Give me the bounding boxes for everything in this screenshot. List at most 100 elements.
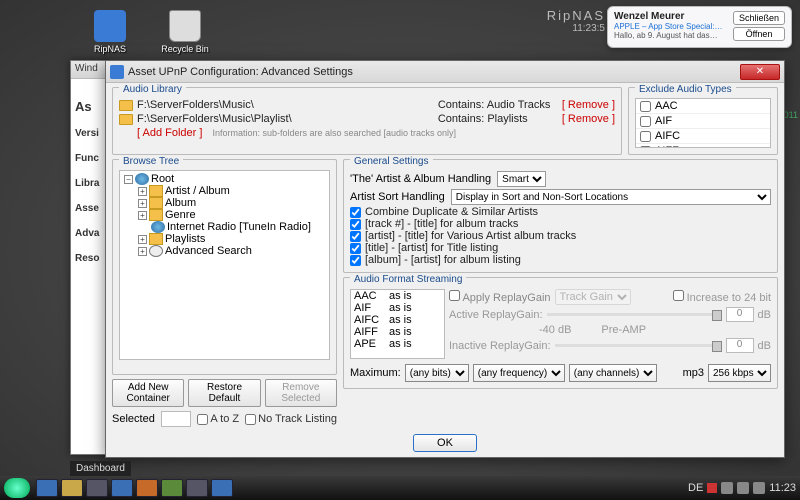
apply-replaygain-option[interactable]: Apply ReplayGain — [449, 290, 551, 304]
notif-close-button[interactable]: Schließen — [733, 11, 785, 25]
tree-item[interactable]: +Album — [122, 197, 327, 209]
ripnas-clock: 11:23:5 — [547, 23, 605, 34]
rg-mode-select[interactable]: Track Gain — [555, 289, 631, 305]
flag-icon[interactable] — [707, 483, 717, 493]
mp3-bitrate-select[interactable]: 256 kbps — [708, 364, 771, 382]
combine-dup-option[interactable]: Combine Duplicate & Similar Artists — [350, 206, 771, 218]
expand-icon[interactable]: + — [138, 187, 147, 196]
library-row: F:\ServerFolders\Music\Playlist\ Contain… — [119, 112, 615, 126]
language-indicator[interactable]: DE — [688, 482, 703, 494]
exclude-list[interactable]: AAC AIF AIFC AIFF — [635, 98, 771, 148]
tree-item[interactable]: +Playlists — [122, 233, 327, 245]
sort-handling-select[interactable]: Display in Sort and Non-Sort Locations — [451, 189, 771, 205]
exclude-checkbox[interactable] — [640, 116, 651, 127]
browse-tree[interactable]: − Root + Artist / Album +Album +Genre Int… — [119, 170, 330, 360]
exclude-checkbox[interactable] — [640, 146, 651, 149]
checkbox[interactable] — [350, 255, 361, 266]
group-legend: General Settings — [350, 156, 433, 167]
inactive-rg-value[interactable]: 0 — [726, 338, 754, 353]
format-row[interactable]: AIFFas is — [351, 326, 444, 338]
checkbox[interactable] — [350, 231, 361, 242]
folder-icon — [149, 209, 163, 221]
tree-item[interactable]: +Genre — [122, 209, 327, 221]
ok-button[interactable]: OK — [413, 434, 477, 452]
atoz-option[interactable]: A to Z — [197, 413, 239, 425]
format-row[interactable]: APEas is — [351, 338, 444, 350]
taskbar-item[interactable] — [61, 479, 83, 497]
taskbar-item[interactable] — [36, 479, 58, 497]
va-option[interactable]: [artist] - [title] for Various Artist al… — [350, 230, 771, 242]
start-button[interactable] — [4, 478, 30, 498]
inactive-rg-slider[interactable] — [555, 344, 722, 347]
tray-icon[interactable] — [737, 482, 749, 494]
taskbar-item[interactable] — [111, 479, 133, 497]
apply-rg-checkbox[interactable] — [449, 290, 460, 301]
add-container-button[interactable]: Add New Container — [112, 379, 184, 407]
remove-folder-link[interactable]: [ Remove ] — [562, 99, 615, 111]
tree-item[interactable]: Internet Radio [TuneIn Radio] — [122, 221, 327, 233]
atoz-checkbox[interactable] — [197, 414, 208, 425]
expand-icon[interactable]: + — [138, 211, 147, 220]
close-button[interactable]: ✕ — [740, 64, 780, 80]
taskbar[interactable]: DE 11:23 — [0, 476, 800, 500]
taskbar-item[interactable] — [86, 479, 108, 497]
tree-item[interactable]: + Artist / Album — [122, 185, 327, 197]
dashboard-label[interactable]: Dashboard — [70, 461, 131, 476]
add-folder-link[interactable]: [ Add Folder ] — [119, 127, 202, 139]
expand-icon[interactable]: + — [138, 199, 147, 208]
active-rg-slider[interactable] — [547, 313, 722, 316]
checkbox[interactable] — [350, 207, 361, 218]
notrack-checkbox[interactable] — [245, 414, 256, 425]
format-row[interactable]: AACas is — [351, 290, 444, 302]
the-handling-select[interactable]: Smart — [497, 171, 546, 187]
increase-24bit-option[interactable]: Increase to 24 bit — [673, 290, 771, 304]
exclude-checkbox[interactable] — [640, 131, 651, 142]
collapse-icon[interactable]: − — [124, 175, 133, 184]
taskbar-item[interactable] — [161, 479, 183, 497]
exclude-item[interactable]: AAC — [636, 99, 770, 114]
taskbar-item[interactable] — [136, 479, 158, 497]
format-list[interactable]: AACas is AIFas is AIFCas is AIFFas is AP… — [350, 289, 445, 359]
format-row[interactable]: AIFCas is — [351, 314, 444, 326]
taskbar-item[interactable] — [211, 479, 233, 497]
remove-folder-link[interactable]: [ Remove ] — [562, 113, 615, 125]
system-tray[interactable]: DE 11:23 — [688, 482, 796, 494]
tray-icon[interactable] — [721, 482, 733, 494]
exclude-item[interactable]: AIFF — [636, 144, 770, 148]
expand-icon[interactable]: + — [138, 247, 147, 256]
tree-label: Root — [151, 173, 174, 185]
format-row[interactable]: AIFas is — [351, 302, 444, 314]
notrack-option[interactable]: No Track Listing — [245, 413, 337, 425]
volume-icon[interactable] — [753, 482, 765, 494]
max-channels-select[interactable]: (any channels) — [569, 364, 657, 382]
albumartist-option[interactable]: [album] - [artist] for album listing — [350, 254, 771, 266]
exclude-item[interactable]: AIF — [636, 114, 770, 129]
dialog-title: Asset UPnP Configuration: Advanced Setti… — [128, 66, 740, 78]
tree-label: Artist / Album — [165, 185, 230, 197]
checkbox[interactable] — [350, 219, 361, 230]
restore-default-button[interactable]: Restore Default — [188, 379, 260, 407]
desktop-icon-ripnas[interactable]: RipNAS — [85, 10, 135, 54]
checkbox[interactable] — [350, 243, 361, 254]
background-window-title: Wind — [71, 61, 109, 79]
desktop-icon-recyclebin[interactable]: Recycle Bin — [160, 10, 210, 54]
taskbar-clock[interactable]: 11:23 — [769, 482, 796, 494]
dialog-titlebar[interactable]: Asset UPnP Configuration: Advanced Setti… — [106, 61, 784, 83]
folder-icon — [149, 185, 163, 197]
tree-root[interactable]: − Root — [122, 173, 327, 185]
titleartist-option[interactable]: [title] - [artist] for Title listing — [350, 242, 771, 254]
expand-icon[interactable]: + — [138, 235, 147, 244]
exclude-checkbox[interactable] — [640, 101, 651, 112]
exclude-item[interactable]: AIFC — [636, 129, 770, 144]
max-freq-select[interactable]: (any frequency) — [473, 364, 565, 382]
taskbar-item[interactable] — [186, 479, 208, 497]
tree-item[interactable]: +Advanced Search — [122, 245, 327, 257]
notif-open-button[interactable]: Öffnen — [733, 27, 785, 41]
remove-selected-button[interactable]: Remove Selected — [265, 379, 337, 407]
tracknum-option[interactable]: [track #] - [title] for album tracks — [350, 218, 771, 230]
max-bits-select[interactable]: (any bits) — [405, 364, 469, 382]
selected-field[interactable] — [161, 411, 192, 427]
inc24-checkbox[interactable] — [673, 290, 684, 301]
ripnas-header: RipNAS 11:23:5 — [547, 8, 605, 34]
active-rg-value[interactable]: 0 — [726, 307, 754, 322]
